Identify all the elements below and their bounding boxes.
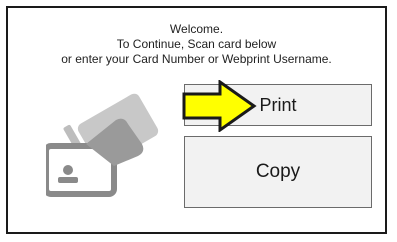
kiosk-screen: Welcome. To Continue, Scan card below or… [6, 6, 387, 234]
welcome-line-1: Welcome. [169, 22, 224, 36]
welcome-line-2: To Continue, Scan card below [116, 37, 277, 51]
welcome-message: Welcome. To Continue, Scan card below or… [8, 22, 385, 67]
welcome-line-3: or enter your Card Number or Webprint Us… [61, 52, 332, 66]
print-button[interactable]: Print [184, 84, 372, 126]
copy-button-label: Copy [255, 161, 301, 182]
print-button-label: Print [259, 94, 297, 115]
copy-button[interactable]: Copy [184, 136, 372, 208]
card-scan-icon [46, 93, 159, 197]
